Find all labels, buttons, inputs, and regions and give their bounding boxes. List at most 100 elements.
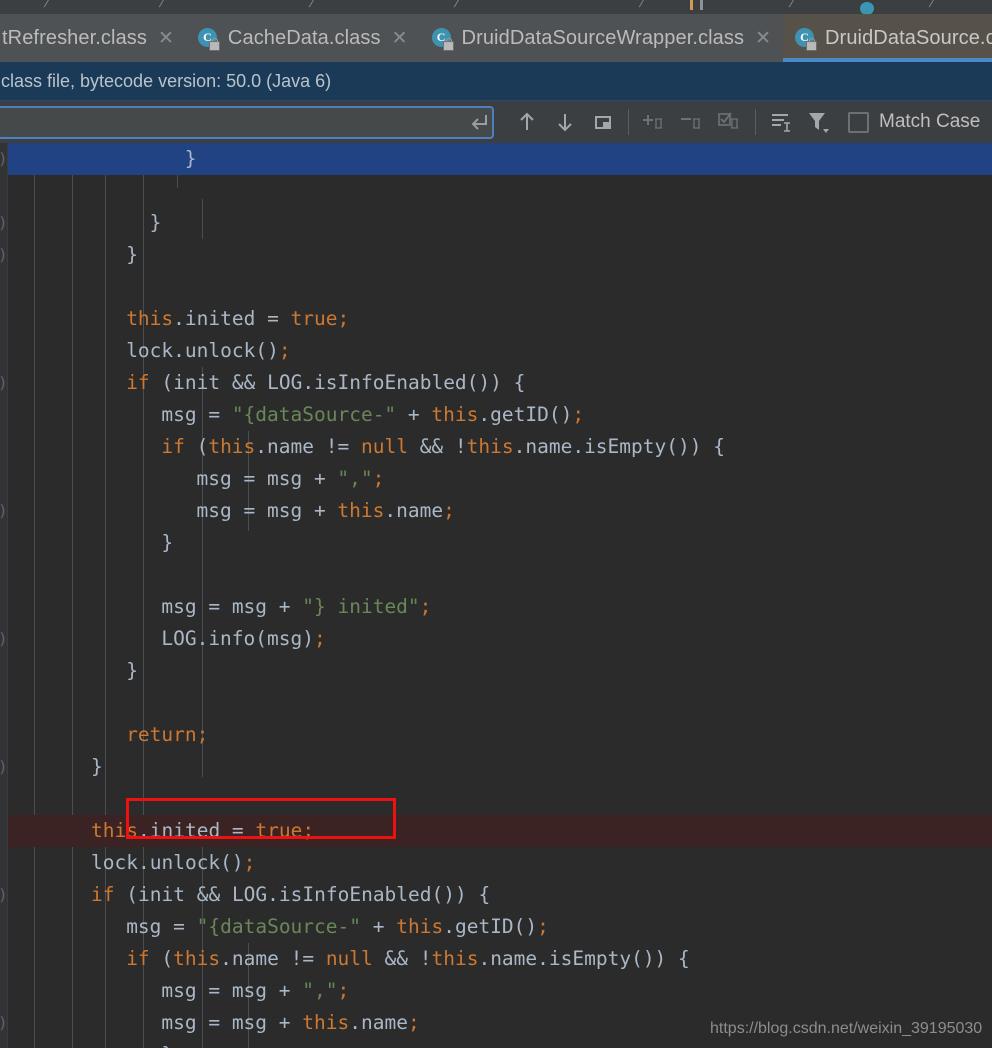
code-token: this — [337, 499, 385, 522]
code-token: ; — [443, 499, 455, 522]
code-token: = — [208, 595, 232, 618]
code-token: (init — [114, 883, 197, 906]
code-line-text: LOG.info(msg); — [0, 627, 325, 650]
code-token: .getID — [443, 915, 514, 938]
code-token: = — [208, 1011, 232, 1034]
breadcrumb-marker-gray — [700, 0, 703, 10]
code-line-text: if (init && LOG.isInfoEnabled()) { — [0, 371, 525, 394]
code-line[interactable]: if (init && LOG.isInfoEnabled()) { — [0, 879, 992, 911]
code-line[interactable]: } — [0, 527, 992, 559]
search-field-wrapper[interactable] — [0, 105, 494, 139]
close-icon[interactable]: ✕ — [158, 29, 174, 48]
code-token: .inited — [173, 307, 268, 330]
java-class-file-icon: C — [197, 27, 220, 51]
code-token: msg — [161, 1011, 209, 1034]
breadcrumb-separator: / — [452, 0, 461, 10]
editor-tab-label: CacheData.class — [227, 26, 381, 49]
code-token: != — [325, 435, 361, 458]
code-line[interactable] — [0, 175, 992, 207]
code-token: + — [278, 1011, 303, 1034]
code-token: = — [208, 979, 232, 1002]
code-line[interactable]: msg = msg + ","; — [0, 463, 992, 495]
code-token: () — [220, 851, 244, 874]
code-line-text: this.inited = true; — [0, 819, 314, 842]
editor-tab-1[interactable]: C CacheData.class ✕ — [185, 14, 420, 62]
code-line[interactable]: msg = "{dataSource-" + this.getID(); — [0, 911, 992, 943]
code-token: LOG.info — [161, 627, 256, 650]
code-token: + — [313, 499, 338, 522]
code-line-text: lock.unlock(); — [0, 339, 290, 362]
code-line[interactable]: msg = "{dataSource-" + this.getID(); — [0, 399, 992, 431]
search-input[interactable] — [0, 107, 466, 137]
code-line[interactable]: } — [0, 1039, 992, 1048]
code-token: if — [126, 371, 150, 394]
code-line[interactable]: msg = msg + "} inited"; — [0, 591, 992, 623]
code-token: lock.unlock — [126, 339, 256, 362]
code-line[interactable]: msg = msg + ","; — [0, 975, 992, 1007]
code-token: this — [126, 307, 174, 330]
find-previous-icon[interactable] — [508, 104, 546, 140]
code-token: .getID — [478, 403, 549, 426]
code-line[interactable]: lock.unlock(); — [0, 847, 992, 879]
editor-tab-label: DruidDataSourceWrapper.class — [461, 26, 745, 49]
code-line[interactable] — [0, 271, 992, 303]
code-line[interactable]: lock.unlock(); — [0, 335, 992, 367]
code-line[interactable]: this.inited = true; — [0, 815, 992, 847]
code-token: = — [173, 915, 197, 938]
code-token: + — [396, 403, 432, 426]
code-line-text: lock.unlock(); — [0, 851, 255, 874]
close-icon[interactable]: ✕ — [755, 29, 771, 48]
filter-search-results-icon[interactable] — [800, 104, 838, 140]
code-lines-container: }}} this.inited = true; lock.unlock(); if (… — [0, 143, 992, 1048]
code-token: ; — [337, 307, 350, 330]
code-line-text: } — [0, 147, 197, 170]
code-line[interactable] — [0, 559, 992, 591]
line-number: ) — [0, 1013, 8, 1032]
code-token: msg — [231, 595, 279, 618]
code-token: msg — [266, 467, 314, 490]
code-line-text: } — [0, 1043, 173, 1048]
code-token: (msg) — [255, 627, 314, 650]
code-token: .name.isEmpty — [478, 947, 632, 970]
breadcrumb-separator: / — [42, 0, 51, 10]
code-editor[interactable]: }}} this.inited = true; lock.unlock(); if (… — [0, 143, 992, 1048]
code-token: != — [290, 947, 326, 970]
close-icon[interactable]: ✕ — [392, 29, 408, 48]
code-line[interactable]: return; — [0, 719, 992, 751]
code-token: ; — [572, 403, 585, 426]
code-line[interactable]: if (this.name != null && !this.name.isEm… — [0, 431, 992, 463]
code-line[interactable]: msg = msg + this.name; — [0, 495, 992, 527]
editor-tab-0[interactable]: tRefresher.class ✕ — [0, 14, 186, 62]
code-line-text: if (this.name != null && !this.name.isEm… — [0, 435, 725, 458]
code-line[interactable]: } — [0, 751, 992, 783]
code-token: ; — [196, 723, 209, 746]
code-line[interactable]: } — [0, 239, 992, 271]
match-case-checkbox[interactable] — [848, 111, 869, 133]
code-token: msg — [196, 499, 244, 522]
select-all-occurrences-icon[interactable] — [584, 104, 622, 140]
match-case-control[interactable]: Match Case — [848, 111, 980, 133]
breadcrumb-separator: / — [927, 0, 936, 10]
code-token: } — [161, 1043, 173, 1048]
find-next-icon[interactable] — [546, 104, 584, 140]
code-line[interactable]: } — [0, 143, 992, 175]
code-line[interactable]: } — [0, 655, 992, 687]
code-token: = — [267, 307, 291, 330]
code-line[interactable]: this.inited = true; — [0, 303, 992, 335]
return-arrow-icon[interactable] — [466, 108, 492, 137]
code-line[interactable] — [0, 687, 992, 719]
code-token: = — [243, 467, 267, 490]
code-line[interactable] — [0, 783, 992, 815]
code-line[interactable]: } — [0, 207, 992, 239]
code-token: ( — [184, 435, 209, 458]
line-number: ) — [0, 757, 8, 776]
editor-tab-2[interactable]: C DruidDataSourceWrapper.class ✕ — [419, 14, 784, 62]
code-token: } — [184, 147, 197, 170]
open-in-find-window-icon[interactable] — [762, 104, 800, 140]
editor-gutter[interactable]: ))))))))) — [0, 143, 8, 1048]
editor-tab-3[interactable]: CDruidDataSource.class✕ — [783, 14, 992, 62]
code-line-text: msg = "{dataSource-" + this.getID(); — [0, 403, 584, 426]
code-line[interactable]: if (init && LOG.isInfoEnabled()) { — [0, 367, 992, 399]
code-line[interactable]: if (this.name != null && !this.name.isEm… — [0, 943, 992, 975]
code-line[interactable]: LOG.info(msg); — [0, 623, 992, 655]
